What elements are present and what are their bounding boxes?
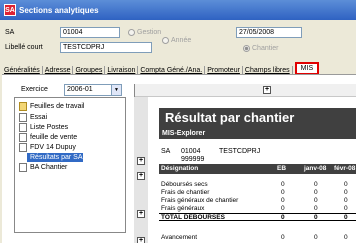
radio-annee-label: Année [171, 37, 192, 44]
cell-jan: 0 [314, 197, 318, 204]
outline-gutter: + + + + [134, 97, 148, 243]
cell-eb: 0 [281, 181, 285, 188]
cell-feb: 0 [344, 214, 348, 221]
expand-plus-icon[interactable]: + [137, 157, 145, 165]
chevron-down-icon[interactable]: ▼ [111, 85, 121, 95]
report-sa-name: TESTCDPRJ [219, 148, 261, 155]
row-label: TOTAL DEBOURSES [161, 214, 225, 221]
radio-circle-icon [128, 29, 135, 36]
table-row: Frais généraux de chantier 0 0 0 [159, 197, 356, 205]
report-sa-extra: 999999 [181, 156, 205, 163]
expand-plus-icon[interactable]: + [263, 86, 271, 94]
tree-item-label: Feuilles de travail [30, 103, 85, 110]
cell-jan: 0 [314, 214, 318, 221]
date-field[interactable]: 27/05/2008 [236, 27, 302, 38]
table-row: Frais de chantier 0 0 0 [159, 189, 356, 197]
report-content: Résultat par chantier MIS-Explorer SA 01… [159, 108, 356, 243]
tree-item-label: feuille de vente [30, 134, 78, 141]
exercice-select[interactable]: 2006-01 ▼ [64, 84, 122, 96]
cell-eb: 0 [281, 234, 285, 241]
tree-item-selected[interactable]: Résultats par SA [19, 153, 83, 162]
column-header-feb: févr-08 [334, 165, 356, 172]
libelle-label: Libellé court [5, 44, 43, 51]
cell-jan: 0 [314, 205, 318, 212]
tree-item[interactable]: feuille de vente [19, 133, 77, 142]
table-row-total: TOTAL DEBOURSES 0 0 0 [159, 213, 356, 221]
cell-feb: 0 [344, 189, 348, 196]
report-subtitle: MIS-Explorer [159, 128, 356, 139]
tree-item-label: Liste Postes [30, 124, 69, 131]
row-label: Frais généraux [161, 205, 205, 212]
sheet-icon [19, 133, 27, 142]
cell-feb: 0 [344, 234, 348, 241]
report-column-header: Désignation EB janv-08 févr-08 [159, 164, 356, 174]
cell-feb: 0 [344, 181, 348, 188]
libelle-field[interactable]: TESTCDPRJ [60, 42, 152, 53]
column-header-designation: Désignation [161, 165, 199, 172]
radio-gestion[interactable]: Gestion [128, 29, 161, 36]
sheet-icon [19, 123, 27, 132]
row-label: Frais généraux de chantier [161, 197, 239, 204]
column-header-jan: janv-08 [304, 165, 327, 172]
tree-item[interactable]: Liste Postes [19, 123, 68, 132]
tree-item[interactable]: Feuilles de travail [19, 102, 84, 111]
expand-plus-icon[interactable]: + [137, 237, 145, 243]
radio-circle-icon [162, 37, 169, 44]
row-label: Déboursés secs [161, 181, 208, 188]
radio-chantier-label: Chantier [252, 45, 279, 52]
cell-jan: 0 [314, 189, 318, 196]
report-sa-label: SA [161, 148, 171, 155]
cell-feb: 0 [344, 205, 348, 212]
window-title: Sections analytiques [19, 5, 99, 15]
cell-jan: 0 [314, 234, 318, 241]
column-header-eb: EB [277, 165, 287, 172]
table-row: Déboursés secs 0 0 0 [159, 181, 356, 189]
folder-icon [19, 102, 27, 111]
sheet-column-header [135, 84, 356, 97]
expand-plus-icon[interactable]: + [137, 210, 145, 218]
table-row: Avancement 0 0 0 [159, 234, 356, 242]
tree-item-label: Résultats par SA [30, 154, 83, 161]
tree-item-label: Essai [30, 114, 48, 121]
radio-annee[interactable]: Année [162, 37, 191, 44]
cell-eb: 0 [281, 197, 285, 204]
sheet-icon [19, 153, 27, 162]
row-label: Avancement [161, 234, 198, 241]
radio-chantier[interactable]: Chantier [243, 45, 278, 52]
cell-jan: 0 [314, 181, 318, 188]
exercice-label: Exercice [21, 86, 48, 93]
code-field[interactable]: 01004 [60, 27, 120, 38]
cell-feb: 0 [344, 197, 348, 204]
tree-item-label: FDV 14 Dupuy [30, 144, 76, 151]
sheet-icon [19, 113, 27, 122]
row-label: Frais de chantier [161, 189, 210, 196]
report-sa-code: 01004 [181, 148, 201, 155]
exercice-value: 2006-01 [67, 86, 93, 93]
sheet-icon [19, 163, 27, 172]
tree-item[interactable]: Essai [19, 113, 47, 122]
cell-eb: 0 [281, 189, 285, 196]
cell-eb: 0 [281, 214, 285, 221]
tree-item-label: BA Chantier [30, 164, 68, 171]
tree-item[interactable]: BA Chantier [19, 163, 67, 172]
expand-plus-icon[interactable]: + [137, 172, 145, 180]
cell-eb: 0 [281, 205, 285, 212]
report-title: Résultat par chantier [159, 108, 356, 128]
radio-gestion-label: Gestion [137, 29, 162, 36]
tree-item[interactable]: FDV 14 Dupuy [19, 143, 76, 152]
sheet-icon [19, 143, 27, 152]
radio-selected-icon [243, 45, 250, 52]
worksheet-tree: Feuilles de travail Essai Liste Postes f… [14, 97, 126, 233]
app-logo-icon: SA [4, 4, 16, 16]
table-row: Frais généraux 0 0 0 [159, 205, 356, 213]
code-label: SA [5, 29, 15, 36]
title-bar: SA Sections analytiques [0, 0, 356, 20]
